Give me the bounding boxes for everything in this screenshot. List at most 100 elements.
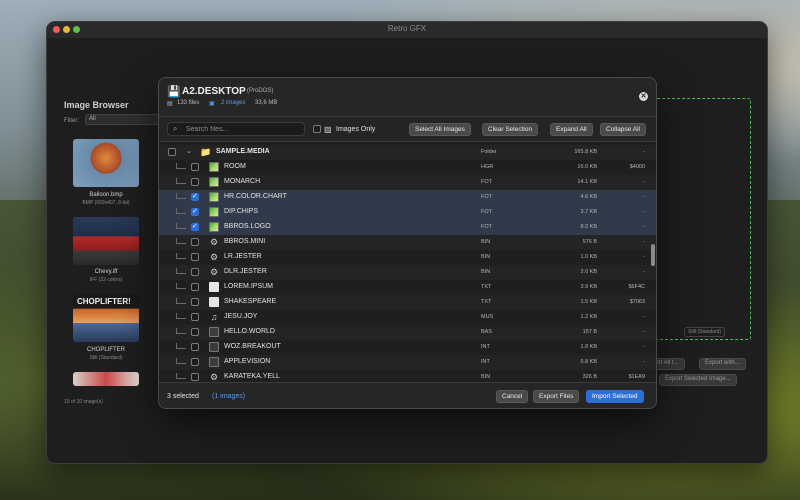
clear-selection-button[interactable]: Clear Selection <box>482 123 539 136</box>
file-size: 1.8 KB <box>580 344 597 350</box>
selection-count: 3 selected <box>167 393 199 400</box>
thumbnail-partial[interactable] <box>73 372 139 386</box>
file-size: 157 B <box>582 329 597 335</box>
file-row[interactable]: WOZ.BREAKOUT INT 1.8 KB - <box>159 340 656 355</box>
file-checkbox[interactable] <box>191 283 199 291</box>
thumbnail-balloon[interactable] <box>73 139 139 187</box>
file-name: BBROS.LOGO <box>224 223 271 230</box>
chevron-down-icon[interactable]: ⌄ <box>186 147 192 155</box>
thumbnail-meta: IFF (32 colors) <box>89 277 123 283</box>
import-selected-button[interactable]: Import Selected <box>586 390 644 403</box>
file-checkbox[interactable] <box>191 207 199 216</box>
file-checkbox[interactable] <box>191 313 199 321</box>
file-row[interactable]: HELLO.WORLD BAS 157 B - <box>159 325 656 340</box>
tree-connector <box>176 268 186 274</box>
file-type: INT <box>481 344 490 350</box>
disk-title: A2.DESKTOP <box>182 86 246 97</box>
file-aux: - <box>643 194 645 200</box>
file-aux: - <box>643 314 645 320</box>
filter-select[interactable]: All <box>85 114 165 125</box>
basic-program-icon <box>209 357 219 367</box>
file-row[interactable]: APPLEVISION INT 5.8 KB - <box>159 355 656 370</box>
file-size: 1.0 KB <box>580 254 597 260</box>
file-type: HGR <box>481 164 494 170</box>
thumbnail-choplifter[interactable]: CHOPLIFTER! <box>73 294 139 342</box>
file-row[interactable]: ⚙ DLR.JESTER BIN 2.0 KB - <box>159 265 656 280</box>
file-row[interactable]: ⚙ BBROS.MINI BIN 576 B - <box>159 235 656 250</box>
file-checkbox[interactable] <box>191 253 199 261</box>
collapse-all-button[interactable]: Collapse All <box>600 123 646 136</box>
file-name: DIP.CHIPS <box>224 208 259 215</box>
folder-checkbox[interactable] <box>168 148 176 156</box>
file-row[interactable]: ⚙ LR.JESTER BIN 1.0 KB - <box>159 250 656 265</box>
file-type: FOT <box>481 179 492 185</box>
search-input[interactable] <box>186 124 301 135</box>
file-checkbox[interactable] <box>191 343 199 351</box>
export-with-button[interactable]: Export with... <box>699 358 746 370</box>
cancel-button[interactable]: Cancel <box>496 390 529 403</box>
file-row[interactable]: BBROS.LOGO FOT 8.0 KB - <box>159 220 656 235</box>
image-icon <box>209 177 219 187</box>
file-checkbox[interactable] <box>191 222 199 231</box>
file-row[interactable]: DIP.CHIPS FOT 3.7 KB - <box>159 205 656 220</box>
file-aux: - <box>643 224 645 230</box>
file-checkbox[interactable] <box>191 192 199 201</box>
file-size: 3.9 KB <box>580 284 597 290</box>
thumbnail-overlay-text: CHOPLIFTER! <box>77 297 131 306</box>
file-aux: - <box>643 209 645 215</box>
file-type: FOT <box>481 209 492 215</box>
select-all-images-button[interactable]: Select All Images <box>409 123 471 136</box>
file-name: APPLEVISION <box>224 358 271 365</box>
thumbnail-name: Chevy.iff <box>94 269 118 275</box>
file-row[interactable]: ROOM HGR 16.0 KB $4000 <box>159 160 656 175</box>
tree-connector <box>176 223 186 229</box>
export-selected-image-button[interactable]: Export Selected Image... <box>659 374 737 386</box>
file-type: MUS <box>481 314 494 320</box>
file-row[interactable]: LOREM.IPSUM TXT 3.9 KB $6F4C <box>159 280 656 295</box>
still-format-label: Still (Standard) <box>684 327 726 337</box>
folder-icon: 📁 <box>200 147 212 157</box>
file-aux: $7063 <box>629 299 645 305</box>
file-size: 326 B <box>582 374 597 380</box>
file-row[interactable]: HR.COLOR.CHART FOT 4.6 KB - <box>159 190 656 205</box>
tree-connector <box>176 373 186 379</box>
file-row[interactable]: ♫ JESU.JOY MUS 1.2 KB - <box>159 310 656 325</box>
tree-connector <box>176 358 186 364</box>
file-size: 3.7 KB <box>580 209 597 215</box>
file-size: 1.5 KB <box>580 299 597 305</box>
file-type: TXT <box>481 284 492 290</box>
image-icon: ▣ <box>209 101 215 107</box>
file-checkbox[interactable] <box>191 178 199 186</box>
file-type: BIN <box>481 254 491 260</box>
file-aux: - <box>643 254 645 260</box>
thumbnail-meta: BMP (600x407, 8-bit) <box>82 200 130 206</box>
file-checkbox[interactable] <box>191 298 199 306</box>
file-type: BIN <box>481 239 491 245</box>
thumbnail-chevy[interactable] <box>73 217 139 265</box>
file-row[interactable]: SHAKESPEARE TXT 1.5 KB $7063 <box>159 295 656 310</box>
file-checkbox[interactable] <box>191 163 199 171</box>
folder-row[interactable]: ⌄ 📁 SAMPLE.MEDIA Folder 165.8 KB - <box>159 145 656 160</box>
file-row[interactable]: MONARCH FOT 14.1 KB - <box>159 175 656 190</box>
folder-size: 165.8 KB <box>574 149 597 155</box>
file-checkbox[interactable] <box>191 268 199 276</box>
file-row[interactable]: ⚙ KARATEKA.YELL BIN 326 B $1EA9 <box>159 370 656 382</box>
disk-size: 33,6 MB <box>255 100 278 106</box>
file-name: LR.JESTER <box>224 253 262 260</box>
gear-icon: ⚙ <box>209 372 219 382</box>
tree-connector <box>176 283 186 289</box>
scrollbar[interactable] <box>651 244 655 266</box>
tree-connector <box>176 208 186 214</box>
images-only-checkbox[interactable] <box>313 125 321 133</box>
close-dialog-button[interactable]: ✕ <box>639 92 648 101</box>
file-checkbox[interactable] <box>191 373 199 381</box>
disk-format: (ProDOS) <box>247 88 274 94</box>
file-checkbox[interactable] <box>191 238 199 246</box>
document-icon <box>209 297 219 307</box>
image-icon <box>209 207 219 217</box>
file-checkbox[interactable] <box>191 328 199 336</box>
expand-all-button[interactable]: Expand All <box>550 123 593 136</box>
export-files-button[interactable]: Export Files <box>533 390 580 403</box>
file-checkbox[interactable] <box>191 358 199 366</box>
music-note-icon: ♫ <box>210 312 218 322</box>
